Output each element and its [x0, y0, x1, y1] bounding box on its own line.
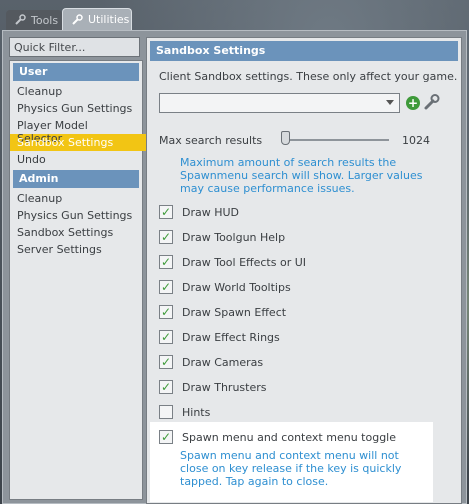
tab-tools-label: Tools	[31, 13, 59, 27]
hints-label: Hints	[182, 405, 211, 419]
category-admin-header[interactable]: Admin	[13, 170, 139, 188]
max-search-help: Maximum amount of search results the Spa…	[180, 156, 423, 195]
settings-panel: Sandbox Settings Client Sandbox settings…	[146, 37, 462, 504]
chevron-down-icon[interactable]	[386, 100, 394, 105]
spawn-menu-toggle-checkbox[interactable]: ✓	[159, 430, 173, 444]
wrench-icon	[71, 13, 83, 26]
list-item-server-settings[interactable]: Server Settings	[10, 241, 142, 258]
hints-checkbox[interactable]	[159, 405, 173, 419]
wrench-icon[interactable]	[423, 93, 441, 111]
draw-effect-rings-label: Draw Effect Rings	[182, 330, 280, 344]
draw-thrusters-row[interactable]: ✓ Draw Thrusters	[159, 379, 266, 395]
draw-toolgun-help-label: Draw Toolgun Help	[182, 230, 286, 244]
draw-tool-effects-label: Draw Tool Effects or UI	[182, 255, 307, 269]
tab-tools[interactable]: Tools	[6, 10, 62, 30]
panel-title: Sandbox Settings	[150, 41, 458, 61]
draw-world-tooltips-checkbox[interactable]: ✓	[159, 280, 173, 294]
draw-spawn-effect-row[interactable]: ✓ Draw Spawn Effect	[159, 304, 286, 320]
quick-filter-input[interactable]: Quick Filter...	[9, 37, 140, 57]
tab-utilities-label: Utilities	[88, 13, 130, 26]
max-search-slider-handle[interactable]	[281, 131, 290, 145]
draw-world-tooltips-row[interactable]: ✓ Draw World Tooltips	[159, 279, 291, 295]
add-preset-icon[interactable]: +	[406, 96, 420, 110]
draw-effect-rings-checkbox[interactable]: ✓	[159, 330, 173, 344]
draw-tool-effects-checkbox[interactable]: ✓	[159, 255, 173, 269]
list-item-admin-physics-gun-settings[interactable]: Physics Gun Settings	[10, 207, 142, 224]
list-item-admin-sandbox-settings[interactable]: Sandbox Settings	[10, 224, 142, 241]
draw-hud-checkbox[interactable]: ✓	[159, 205, 173, 219]
spawn-menu-toggle-label: Spawn menu and context menu toggle	[182, 430, 396, 444]
list-item-player-model-selector[interactable]: Player Model Selector	[10, 117, 142, 145]
list-item-physics-gun-settings[interactable]: Physics Gun Settings	[10, 100, 142, 117]
max-search-slider-track[interactable]	[285, 139, 389, 141]
draw-effect-rings-row[interactable]: ✓ Draw Effect Rings	[159, 329, 280, 345]
hints-row[interactable]: Hints	[159, 404, 210, 420]
draw-world-tooltips-label: Draw World Tooltips	[182, 280, 291, 294]
draw-thrusters-checkbox[interactable]: ✓	[159, 380, 173, 394]
wrench-icon	[14, 14, 26, 27]
category-user-header[interactable]: User	[13, 63, 139, 81]
max-search-value[interactable]: 1024	[402, 134, 430, 147]
utilities-list: User Cleanup Physics Gun Settings Player…	[9, 60, 146, 500]
list-item-admin-cleanup[interactable]: Cleanup	[10, 190, 142, 207]
draw-toolgun-help-row[interactable]: ✓ Draw Toolgun Help	[159, 229, 285, 245]
list-item-sandbox-settings[interactable]: Sandbox Settings	[10, 134, 146, 151]
draw-hud-row[interactable]: ✓ Draw HUD	[159, 204, 239, 220]
list-item-cleanup[interactable]: Cleanup	[10, 83, 142, 100]
draw-toolgun-help-checkbox[interactable]: ✓	[159, 230, 173, 244]
panel-description: Client Sandbox settings. These only affe…	[159, 70, 458, 83]
draw-cameras-row[interactable]: ✓ Draw Cameras	[159, 354, 263, 370]
draw-cameras-label: Draw Cameras	[182, 355, 264, 369]
list-item-undo[interactable]: Undo	[10, 151, 142, 168]
max-search-label: Max search results	[159, 134, 263, 147]
spawn-menu-toggle-help: Spawn menu and context menu will not clo…	[180, 449, 402, 488]
draw-spawn-effect-checkbox[interactable]: ✓	[159, 305, 173, 319]
draw-cameras-checkbox[interactable]: ✓	[159, 355, 173, 369]
draw-hud-label: Draw HUD	[182, 205, 240, 219]
draw-tool-effects-row[interactable]: ✓ Draw Tool Effects or UI	[159, 254, 306, 270]
spawn-menu-toggle-row[interactable]: ✓ Spawn menu and context menu toggle	[159, 429, 396, 445]
draw-spawn-effect-label: Draw Spawn Effect	[182, 305, 287, 319]
draw-thrusters-label: Draw Thrusters	[182, 380, 267, 394]
tab-utilities[interactable]: Utilities	[62, 8, 132, 30]
preset-dropdown[interactable]	[159, 93, 400, 113]
